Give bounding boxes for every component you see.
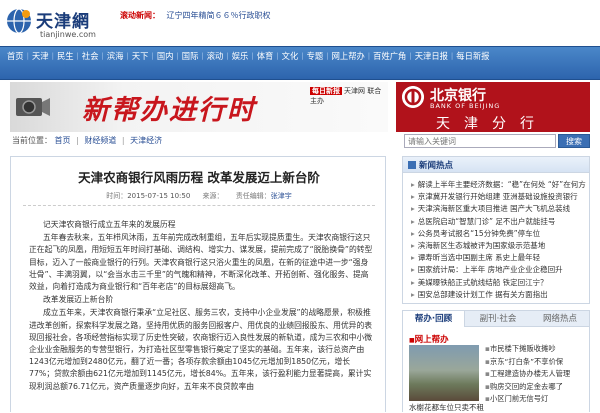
hot-news-panel: 新闻热点 解读上半年主要经济数据：“稳”在何处 “好”在何方京津冀开发银行开始组… bbox=[402, 156, 590, 304]
nav-item[interactable]: 体育 bbox=[254, 50, 277, 62]
help-list-item[interactable]: 市民楼下摊贩收摊吵 bbox=[485, 343, 589, 356]
nav-item[interactable]: 文化 bbox=[279, 50, 302, 62]
article-meta: 时间：2015-07-15 10:50 来源： 责任编辑：张津宇 bbox=[11, 191, 385, 201]
editor-name[interactable]: 张津宇 bbox=[271, 192, 292, 200]
tab-supplement-society[interactable]: 副刊·社会 bbox=[469, 311, 527, 327]
breadcrumb-separator: | bbox=[76, 136, 79, 145]
nav-item[interactable]: 天津 bbox=[29, 50, 52, 62]
bank-logo-icon bbox=[402, 86, 424, 108]
nav-item[interactable]: 滚动 bbox=[204, 50, 227, 62]
breadcrumb-label: 当前位置： bbox=[12, 136, 52, 145]
help-list-item[interactable]: 京东“打白条”不享价保 bbox=[485, 356, 589, 369]
help-list-item[interactable]: 购房交回的定金去哪了 bbox=[485, 381, 589, 394]
site-logo[interactable]: 天津網 tianjinwe.com bbox=[6, 6, 110, 42]
hot-news-item[interactable]: 解读上半年主要经济数据：“稳”在何处 “好”在何方 bbox=[411, 179, 587, 191]
article: 天津农商银行风雨历程 改革发展迈上新台阶 时间：2015-07-15 10:50… bbox=[10, 156, 386, 412]
ticker-headline[interactable]: 辽宁四年精简６６％行政职权 bbox=[167, 11, 271, 20]
nav-item[interactable]: 娱乐 bbox=[229, 50, 252, 62]
hot-news-item[interactable]: 京津冀开发银行开始组建 亚洲基础设施投资银行 bbox=[411, 191, 587, 203]
nav-item[interactable]: 首页 bbox=[4, 50, 27, 62]
top-bar: 天津網 tianjinwe.com 滚动新闻： 辽宁四年精简６６％行政职权 bbox=[0, 0, 600, 46]
hot-news-item[interactable]: 谭寿昕当选中国副主席 系史上最年轻 bbox=[411, 252, 587, 264]
article-paragraph: 成立五年来，天津农商银行秉承“立足社区、服务三农，支持中小企业发展”的战略愿景，… bbox=[29, 308, 373, 391]
nav-item[interactable]: 百姓广角 bbox=[370, 50, 409, 62]
hot-news-title: 新闻热点 bbox=[419, 161, 454, 171]
article-paragraph: 五年春去秋来，五年栉风沐雨，五年前完成改制重组，五年后实现提质重生。天津农商银行… bbox=[29, 233, 373, 292]
search-input[interactable] bbox=[404, 134, 556, 148]
article-body: 记天津农商银行成立五年来的发展历程 五年春去秋来，五年栉风沐雨，五年前完成改制重… bbox=[29, 219, 375, 394]
nav-item[interactable]: 每日新报 bbox=[453, 50, 492, 62]
section-icon bbox=[408, 161, 416, 169]
ticker-label: 滚动新闻： bbox=[120, 11, 160, 20]
news-thumbnail[interactable]: 水榭花都车位只卖不租 bbox=[409, 345, 484, 412]
camera-icon bbox=[16, 98, 50, 116]
nav-item[interactable]: 网上帮办 bbox=[329, 50, 368, 62]
tab-web-hot[interactable]: 网络热点 bbox=[531, 311, 589, 327]
hot-news-item[interactable]: 总医院启动“智慧门诊” 足不出户就能挂号 bbox=[411, 216, 587, 228]
publish-time: 2015-07-15 10:50 bbox=[127, 192, 191, 200]
nav-item[interactable]: 国内 bbox=[154, 50, 177, 62]
hot-news-item[interactable]: 国家统计局：上半年 房地产业企业企稳回升 bbox=[411, 264, 587, 276]
hot-news-item[interactable]: 天津滨海新区重大项目推进 国产大飞机总装线 bbox=[411, 203, 587, 215]
nav-item[interactable]: 专题 bbox=[304, 50, 327, 62]
nav-item[interactable]: 国际 bbox=[179, 50, 202, 62]
nav-item[interactable]: 社会 bbox=[79, 50, 102, 62]
help-list-item[interactable]: 工程建造协办楼无人管理 bbox=[485, 368, 589, 381]
nav-item[interactable]: 滨海 bbox=[104, 50, 127, 62]
logo-text-cn: 天津網 bbox=[36, 12, 90, 32]
banner-slogan: 新帮办进行时 bbox=[82, 95, 256, 126]
thumbnail-caption[interactable]: 水榭花都车位只卖不租 bbox=[409, 402, 484, 413]
banner-campaign[interactable]: 新帮办进行时 每日新报 天津网 联合主办 bbox=[10, 82, 388, 132]
help-section-title[interactable]: 网上帮办 bbox=[409, 333, 449, 345]
paper-tag: 每日新报 bbox=[310, 87, 342, 95]
breadcrumb-tianjin-economy[interactable]: 天津经济 bbox=[130, 136, 162, 145]
hot-news-item[interactable]: 美媒曝铁船正式航线结船 铁定回江宁？ bbox=[411, 277, 587, 289]
news-ticker: 滚动新闻： 辽宁四年精简６６％行政职权 bbox=[120, 10, 271, 21]
time-label: 时间： bbox=[106, 192, 128, 200]
bank-ad[interactable]: 北京银行 BANK OF BEIJING 天津分行 bbox=[396, 82, 590, 132]
tab-help-review[interactable]: 帮办·回顾 bbox=[403, 311, 465, 327]
nav-item[interactable]: 天下 bbox=[129, 50, 152, 62]
hot-news-header: 新闻热点 bbox=[403, 157, 589, 173]
breadcrumb-finance[interactable]: 财经频道 bbox=[84, 136, 116, 145]
hot-news-item[interactable]: 国安总部建设计划工作 据有关方面指出 bbox=[411, 289, 587, 301]
help-list-item[interactable]: 小区门前无信号灯 bbox=[485, 393, 589, 406]
logo-globe-icon bbox=[7, 8, 31, 34]
bank-name-en: BANK OF BEIJING bbox=[430, 102, 501, 110]
divider bbox=[23, 205, 375, 206]
logo-text-en: tianjinwe.com bbox=[40, 30, 96, 39]
editor-label: 责任编辑： bbox=[235, 192, 271, 200]
paper-name: 天津网 bbox=[344, 87, 365, 95]
breadcrumb: 当前位置： 首页 | 财经频道 | 天津经济 bbox=[12, 135, 162, 146]
article-paragraph: 记天津农商银行成立五年来的发展历程 bbox=[43, 220, 176, 229]
breadcrumb-bar: 当前位置： 首页 | 财经频道 | 天津经济 搜索 bbox=[10, 134, 590, 148]
bank-branch: 天津分行 bbox=[436, 116, 548, 132]
breadcrumb-home[interactable]: 首页 bbox=[55, 136, 71, 145]
hot-news-item[interactable]: 公务员考试报名“15分钟免费”停车位 bbox=[411, 228, 587, 240]
source-label: 来源： bbox=[202, 192, 224, 200]
sidebar: 新闻热点 解读上半年主要经济数据：“稳”在何处 “好”在何方京津冀开发银行开始组… bbox=[402, 156, 590, 412]
search-button[interactable]: 搜索 bbox=[558, 134, 590, 148]
breadcrumb-separator: | bbox=[121, 136, 125, 145]
hot-news-list: 解读上半年主要经济数据：“稳”在何处 “好”在何方京津冀开发银行开始组建 亚洲基… bbox=[411, 179, 587, 301]
main-nav: 首页 | 天津 | 民生 | 社会 | 滨海 | 天下 | 国内 | 国际 | 滚动 | 娱乐 | 体育 | 文化 | 专题 | 网… bbox=[0, 46, 600, 80]
nav-row: 首页 | 天津 | 民生 | 社会 | 滨海 | 天下 | 国内 | 国际 | 滚动 | 娱乐 | 体育 | 文化 | 专题 | 网… bbox=[4, 48, 492, 64]
banner[interactable]: 新帮办进行时 每日新报 天津网 联合主办 北京银行 BANK OF BEIJING… bbox=[10, 82, 590, 132]
hot-news-item[interactable]: 滨海新区生态城被评为国家级示范基地 bbox=[411, 240, 587, 252]
help-list: 市民楼下摊贩收摊吵京东“打白条”不享价保工程建造协办楼无人管理购房交回的定金去哪… bbox=[485, 343, 589, 406]
nav-item[interactable]: 天津日报 bbox=[412, 50, 451, 62]
article-subheading: 改革发展迈上新台阶 bbox=[43, 295, 114, 305]
nav-item[interactable]: 民生 bbox=[54, 50, 77, 62]
help-tabs-panel: 帮办·回顾 副刊·社会 网络热点 网上帮办 水榭花都车位只卖不租 市民楼下摊贩收… bbox=[402, 310, 590, 412]
tab-bar: 帮办·回顾 副刊·社会 网络热点 bbox=[403, 311, 589, 327]
article-title: 天津农商银行风雨历程 改革发展迈上新台阶 bbox=[78, 170, 320, 185]
banner-organizer: 每日新报 天津网 联合主办 bbox=[310, 86, 388, 106]
